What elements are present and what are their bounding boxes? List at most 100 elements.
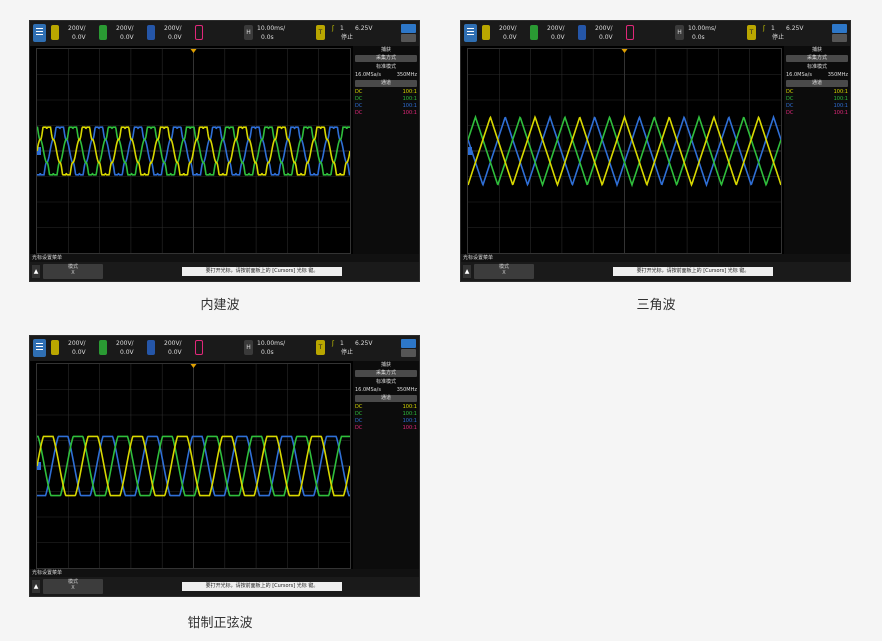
acquisition-mode-button[interactable]: 采集方式 (355, 370, 417, 377)
side-tab-label[interactable]: 捕获 (355, 47, 417, 53)
mode-softkey-value: X (71, 270, 75, 276)
expand-icon[interactable] (832, 34, 847, 42)
channel-2-button[interactable] (99, 25, 107, 40)
channel-4-probe: 100:1 (402, 425, 417, 431)
channel-2-scale: 200V/ (116, 340, 134, 347)
channel-1-button[interactable] (482, 25, 490, 40)
display-mode-buttons[interactable] (401, 339, 416, 357)
acquisition-mode-button[interactable]: 采集方式 (786, 55, 848, 62)
menu-icon[interactable] (33, 24, 46, 42)
status-line: 光标设置菜单 (30, 569, 419, 577)
channel-1-offset: 0.0V (72, 34, 86, 41)
channel-settings-button[interactable]: 通道 (355, 80, 417, 87)
trigger-button[interactable]: T (316, 340, 325, 355)
channel-3-button[interactable] (578, 25, 586, 40)
channel-2-probe: 100:1 (833, 96, 848, 102)
channel-1-coupling: DC (786, 89, 794, 95)
softkey-bar: ▲ 模式 X 要打开光标，请按前面板上的 [Cursors] 光标 键。 (30, 577, 419, 596)
bandwidth-value: 350MHz (396, 72, 417, 78)
trigger-position-marker (190, 49, 197, 53)
channel-3-scale: 200V/ (164, 25, 182, 32)
info-message: 要打开光标，请按前面板上的 [Cursors] 光标 键。 (182, 267, 342, 276)
channel-3-button[interactable] (147, 340, 155, 355)
channel-1-offset: 0.0V (503, 34, 517, 41)
bandwidth: 350MHz (786, 72, 848, 78)
trigger-source: 1 (340, 25, 344, 32)
oscilloscope-screen-builtin: 200V/ 0.0V 200V/ 0.0V 200V/ 0.0V H 10.00… (29, 20, 420, 282)
channel-1-probe: 100:1 (402, 89, 417, 95)
expand-icon[interactable] (401, 349, 416, 357)
mode-softkey[interactable]: 模式 X (474, 264, 534, 279)
side-tab-label[interactable]: 捕获 (786, 47, 848, 53)
channel-3-offset: 0.0V (168, 349, 182, 356)
mode-softkey[interactable]: 模式 X (43, 264, 103, 279)
menu-icon[interactable] (464, 24, 477, 42)
trigger-slope-icon: ʃ (763, 25, 766, 32)
channel-4-button[interactable] (626, 25, 634, 40)
channel-4-coupling: DC (786, 110, 794, 116)
cursor-menu-title: 光标设置菜单 (32, 255, 63, 261)
softkey-bar: ▲ 模式 X 要打开光标，请按前面板上的 [Cursors] 光标 键。 (461, 262, 850, 281)
display-icon[interactable] (401, 24, 416, 33)
timebase-delay: 0.0s (261, 349, 274, 356)
expand-icon[interactable] (401, 34, 416, 42)
acquire-side-panel: 捕获 采集方式 标准模式 16.0MSa/s 350MHz 通道 DC 100:… (353, 361, 419, 569)
trigger-position-marker (190, 364, 197, 368)
channel-4-button[interactable] (195, 25, 203, 40)
channel-2-probe: 100:1 (402, 411, 417, 417)
channel-settings-button[interactable]: 通道 (786, 80, 848, 87)
channel-3-button[interactable] (147, 25, 155, 40)
mode-softkey-value: X (502, 270, 506, 276)
waveform-display (468, 49, 781, 253)
scope-top-bar: 200V/ 0.0V 200V/ 0.0V 200V/ 0.0V H 10.00… (30, 336, 419, 361)
acquisition-mode-value: 标准模式 (806, 64, 827, 70)
waveform-display (37, 49, 350, 253)
home-icon[interactable]: ▲ (32, 265, 40, 278)
oscilloscope-screen-triangle: 200V/ 0.0V 200V/ 0.0V 200V/ 0.0V H 10.00… (460, 20, 851, 282)
trigger-button[interactable]: T (316, 25, 325, 40)
trigger-source: 1 (771, 25, 775, 32)
oscilloscope-screen-clamped-sine: 200V/ 0.0V 200V/ 0.0V 200V/ 0.0V H 10.00… (29, 335, 420, 597)
channel-4-button[interactable] (195, 340, 203, 355)
scope-top-bar: 200V/ 0.0V 200V/ 0.0V 200V/ 0.0V H 10.00… (461, 21, 850, 46)
acquisition-mode-value: 标准模式 (375, 379, 396, 385)
trigger-level: 6.25V (355, 340, 373, 347)
trigger-button[interactable]: T (747, 25, 756, 40)
display-icon[interactable] (832, 24, 847, 33)
acquisition-mode-value: 标准模式 (375, 64, 396, 70)
info-message: 要打开光标，请按前面板上的 [Cursors] 光标 键。 (182, 582, 342, 591)
channel-2-button[interactable] (530, 25, 538, 40)
channel-3-scale: 200V/ (164, 340, 182, 347)
channel-1-button[interactable] (51, 25, 59, 40)
display-icon[interactable] (401, 339, 416, 348)
channel-2-probe: 100:1 (402, 96, 417, 102)
channel-3-probe: 100:1 (402, 103, 417, 109)
channel-settings-button[interactable]: 通道 (355, 395, 417, 402)
channel-2-button[interactable] (99, 340, 107, 355)
horizontal-button[interactable]: H (244, 340, 253, 355)
menu-icon[interactable] (33, 339, 46, 357)
bandwidth: 350MHz (355, 387, 417, 393)
display-mode-buttons[interactable] (832, 24, 847, 42)
acquire-side-panel: 捕获 采集方式 标准模式 16.0MSa/s 350MHz 通道 DC 100:… (784, 46, 850, 254)
cursor-menu-title: 光标设置菜单 (32, 570, 63, 576)
mode-softkey[interactable]: 模式 X (43, 579, 103, 594)
display-mode-buttons[interactable] (401, 24, 416, 42)
horizontal-button[interactable]: H (675, 25, 684, 40)
horizontal-button[interactable]: H (244, 25, 253, 40)
channel-4-probe: 100:1 (833, 110, 848, 116)
bandwidth: 350MHz (355, 72, 417, 78)
acquisition-mode-button[interactable]: 采集方式 (355, 55, 417, 62)
trigger-source: 1 (340, 340, 344, 347)
channel-1-button[interactable] (51, 340, 59, 355)
info-message: 要打开光标，请按前面板上的 [Cursors] 光标 键。 (613, 267, 773, 276)
run-status: 停止 (341, 34, 354, 41)
channel-3-coupling: DC (355, 103, 363, 109)
home-icon[interactable]: ▲ (32, 580, 40, 593)
softkey-bar: ▲ 模式 X 要打开光标，请按前面板上的 [Cursors] 光标 键。 (30, 262, 419, 281)
trigger-level: 6.25V (355, 25, 373, 32)
channel-3-offset: 0.0V (168, 34, 182, 41)
channel-1-scale: 200V/ (68, 340, 86, 347)
side-tab-label[interactable]: 捕获 (355, 362, 417, 368)
home-icon[interactable]: ▲ (463, 265, 471, 278)
